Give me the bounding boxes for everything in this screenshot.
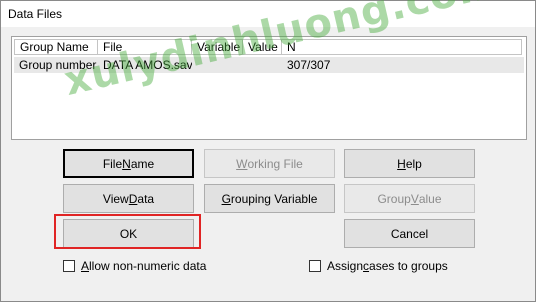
- group-value-label-post: alue: [418, 191, 442, 206]
- column-header-n[interactable]: N: [282, 39, 522, 55]
- column-header-group-name[interactable]: Group Name: [14, 39, 98, 55]
- list-item[interactable]: Group number 1 DATA AMOS.sav 307/307: [14, 57, 524, 73]
- allow-non-numeric-label-post: llow non-numeric data: [89, 259, 207, 273]
- file-name-label-key: N: [122, 156, 131, 171]
- group-value-label-key: V: [410, 191, 419, 206]
- file-name-label-post: ame: [130, 156, 155, 171]
- grouping-variable-label-post: rouping Variable: [230, 191, 318, 206]
- checkbox-box[interactable]: [63, 260, 75, 272]
- group-value-label-pre: Group: [377, 191, 411, 206]
- column-header-variable[interactable]: Variable: [192, 39, 243, 55]
- column-header-file[interactable]: File: [98, 39, 192, 55]
- view-data-label-post: ata: [137, 191, 155, 206]
- list-header: Group Name File Variable Value N: [14, 39, 524, 55]
- ok-highlight-annotation: [54, 214, 201, 249]
- cell-group-name: Group number 1: [19, 58, 98, 72]
- allow-non-numeric-label-key: A: [81, 259, 90, 273]
- cell-n: 307/307: [287, 58, 331, 72]
- file-name-button[interactable]: File Name: [63, 149, 194, 178]
- file-name-label-pre: File: [102, 156, 123, 171]
- grouping-variable-label-key: G: [221, 191, 231, 206]
- allow-non-numeric-checkbox[interactable]: Allow non-numeric data: [63, 259, 206, 273]
- cancel-label: Cancel: [390, 226, 429, 241]
- help-button[interactable]: Help: [344, 149, 475, 178]
- checkbox-box[interactable]: [309, 260, 321, 272]
- cell-variable: [192, 57, 243, 73]
- data-files-list[interactable]: Group Name File Variable Value N Group n…: [11, 36, 527, 140]
- grouping-variable-button[interactable]: Grouping Variable: [204, 184, 335, 213]
- view-data-button[interactable]: View Data: [63, 184, 194, 213]
- working-file-button[interactable]: Working File: [204, 149, 335, 178]
- column-header-value[interactable]: Value: [243, 39, 282, 55]
- assign-cases-label-post: ases to groups: [369, 259, 448, 273]
- help-label-post: elp: [405, 156, 422, 171]
- help-label-key: H: [397, 156, 406, 171]
- view-data-label-pre: View: [102, 191, 129, 206]
- cancel-button[interactable]: Cancel: [344, 219, 475, 248]
- dialog-title: Data Files: [8, 7, 63, 21]
- data-files-dialog: Data Files Group Name File Variable Valu…: [0, 0, 536, 302]
- title-bar: Data Files: [1, 1, 535, 27]
- assign-cases-checkbox[interactable]: Assign c ases to groups: [309, 259, 448, 273]
- working-file-label-key: W: [236, 156, 248, 171]
- assign-cases-label-pre: Assign: [327, 259, 364, 273]
- group-value-button[interactable]: Group Value: [344, 184, 475, 213]
- working-file-label-post: orking File: [247, 156, 303, 171]
- cell-value: [243, 57, 282, 73]
- cell-file: DATA AMOS.sav: [103, 58, 192, 72]
- view-data-label-key: D: [128, 191, 138, 206]
